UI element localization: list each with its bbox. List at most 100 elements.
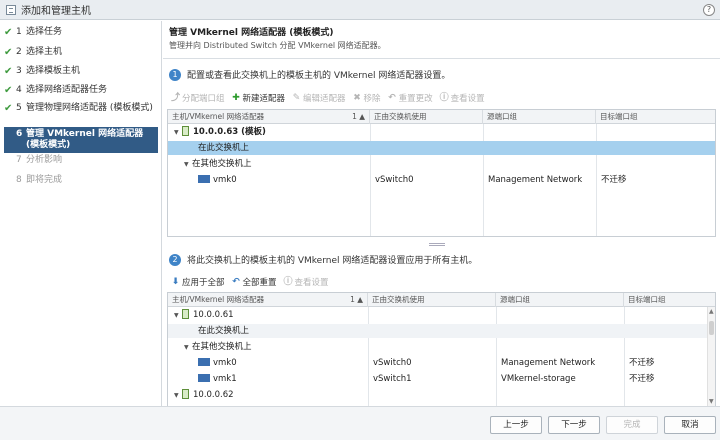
dialog-titlebar: 添加和管理主机 ? [0,0,720,20]
vmkernel-adapter-icon [198,373,210,382]
assign-icon: ⤴ [171,92,181,103]
section-1-text: 配置或查看此交换机上的模板主机的 VMkernel 网络适配器设置。 [187,71,451,81]
window-icon [6,4,16,15]
grid-header: 主机/VMkernel 网络适配器 1 ▲ 正由交换机使用 源端口组 目标端口组 [168,110,715,124]
step-label: 选择网络适配器任务 [26,85,108,95]
scroll-up-icon[interactable]: ▲ [709,308,714,315]
collapse-triangle-icon[interactable]: ▼ [174,309,182,323]
info-icon: ⓘ [439,92,449,103]
table-row-host[interactable]: ▼ 10.0.0.61 [168,308,715,322]
column-header-source[interactable]: 源端口组 [496,293,624,307]
view-settings-button[interactable]: ⓘ 查看设置 [440,92,485,104]
host-icon [182,308,189,319]
collapse-triangle-icon[interactable]: ▼ [184,158,192,172]
table-row-vmk0[interactable]: vmk0 vSwitch0 Management Network 不迁移 [168,173,715,187]
pane-splitter[interactable] [429,243,445,246]
check-icon: ✔ [4,66,13,77]
table-row-on-switch[interactable]: 在此交换机上 [168,324,715,338]
table-row-on-switch[interactable]: 在此交换机上 [168,141,715,155]
scroll-thumb[interactable] [709,321,714,335]
collapse-triangle-icon[interactable]: ▼ [174,389,182,403]
cancel-button[interactable]: 取消 [664,416,716,434]
arrow-down-icon: ⬇ [171,276,180,287]
column-header-adapter[interactable]: 主机/VMkernel 网络适配器 1 ▲ [168,110,370,124]
step-2[interactable]: ✔ 2 选择主机 [4,47,158,58]
step-label: 管理物理网络适配器 (模板模式) [26,103,153,113]
scroll-down-icon[interactable]: ▼ [709,398,714,405]
table-row-host[interactable]: ▼ 10.0.0.63 (模板) [168,125,715,139]
column-header-in-use[interactable]: 正由交换机使用 [368,293,496,307]
main-panel: 管理 VMkernel 网络适配器 (模板模式) 管理并向 Distribute… [163,21,720,407]
step-number: 3 [16,66,22,76]
edit-adapter-button[interactable]: ✎ 编辑适配器 [292,92,346,104]
info-icon: ⓘ [283,276,293,287]
pencil-icon: ✎ [292,92,301,103]
column-header-target[interactable]: 目标端口组 [624,293,715,307]
new-adapter-button[interactable]: ✚ 新建适配器 [232,92,285,104]
undo-icon: ↶ [388,92,396,103]
dialog-title: 添加和管理主机 [21,6,91,17]
column-header-target[interactable]: 目标端口组 [596,110,715,124]
step-number: 8 [16,175,22,185]
dialog-footer: 上一步 下一步 完成 取消 [0,406,720,440]
vertical-scrollbar[interactable]: ▲ ▼ [707,307,715,406]
all-hosts-grid: 主机/VMkernel 网络适配器 1 ▲ 正由交换机使用 源端口组 目标端口组 … [167,292,716,407]
column-header-source[interactable]: 源端口组 [483,110,596,124]
step-badge: 2 [169,253,181,266]
assign-port-group-button[interactable]: ⤴ 分配端口组 [171,92,225,104]
finish-button[interactable]: 完成 [606,416,658,434]
wizard-step-nav: ✔ 1 选择任务 ✔ 2 选择主机 ✔ 3 选择模板主机 ✔ 4 选择网络适配器… [0,21,162,406]
step-4[interactable]: ✔ 4 选择网络适配器任务 [4,85,158,96]
page-subtitle: 管理并向 Distributed Switch 分配 VMkernel 网络适配… [169,41,386,50]
collapse-triangle-icon[interactable]: ▼ [184,341,192,355]
table-row-other-switch[interactable]: ▼ 在其他交换机上 [168,340,715,354]
step-label: 分析影响 [26,155,63,165]
step-number: 1 [16,27,22,37]
step-label: 管理 VMkernel 网络适配器 (模板模式) [26,129,144,150]
step-1[interactable]: ✔ 1 选择任务 [4,27,158,38]
apply-to-all-button[interactable]: ⬇ 应用于全部 [171,276,225,288]
next-button[interactable]: 下一步 [548,416,600,434]
step-badge: 1 [169,68,181,81]
step-label: 选择模板主机 [26,66,81,76]
vmkernel-adapter-icon [198,357,210,366]
template-host-grid: 主机/VMkernel 网络适配器 1 ▲ 正由交换机使用 源端口组 目标端口组 … [167,109,716,237]
section-2-text: 将此交换机上的模板主机的 VMkernel 网络适配器设置应用于所有主机。 [187,256,478,266]
host-icon [182,388,189,399]
reset-changes-button[interactable]: ↶ 重置更改 [388,92,432,104]
table-row-other-switch[interactable]: ▼ 在其他交换机上 [168,157,715,171]
step-3[interactable]: ✔ 3 选择模板主机 [4,66,158,77]
section-1-heading: 1 配置或查看此交换机上的模板主机的 VMkernel 网络适配器设置。 [169,68,450,81]
back-button[interactable]: 上一步 [490,416,542,434]
sort-ascending-icon: 1 ▲ [352,112,365,121]
check-icon: ✔ [4,85,13,96]
step-label: 选择主机 [26,47,63,57]
table-row-host[interactable]: ▼ 10.0.0.62 [168,388,715,402]
host-icon [182,125,189,136]
step-5[interactable]: ✔ 5 管理物理网络适配器 (模板模式) [4,103,158,114]
undo-icon: ↶ [232,276,240,287]
step-number: 2 [16,47,22,57]
collapse-triangle-icon[interactable]: ▼ [174,126,182,140]
plus-icon: ✚ [232,92,240,103]
column-header-in-use[interactable]: 正由交换机使用 [370,110,483,124]
check-icon: ✔ [4,47,13,58]
view-settings-button-2[interactable]: ⓘ 查看设置 [284,276,329,288]
sort-ascending-icon: 1 ▲ [350,295,363,304]
step-number: 7 [16,155,22,165]
step-label: 选择任务 [26,27,63,37]
column-header-adapter[interactable]: 主机/VMkernel 网络适配器 1 ▲ [168,293,368,307]
step-number: 5 [16,103,22,113]
step-6-current[interactable]: 6 管理 VMkernel 网络适配器 (模板模式) [4,127,158,153]
table-row-vmk1[interactable]: vmk1 vSwitch1 VMkernel-storage 不迁移 [168,372,715,386]
table-row-vmk0[interactable]: vmk0 vSwitch0 Management Network 不迁移 [168,356,715,370]
step-8: 8 即将完成 [4,175,158,186]
step-7: 7 分析影响 [4,155,158,166]
vmkernel-adapter-icon [198,174,210,183]
remove-button[interactable]: ✖ 移除 [353,92,380,104]
reset-all-button[interactable]: ↶ 全部重置 [232,276,276,288]
grid-header: 主机/VMkernel 网络适配器 1 ▲ 正由交换机使用 源端口组 目标端口组 [168,293,715,307]
step-number: 6 [16,129,23,139]
help-icon[interactable]: ? [703,4,715,16]
check-icon: ✔ [4,103,13,114]
